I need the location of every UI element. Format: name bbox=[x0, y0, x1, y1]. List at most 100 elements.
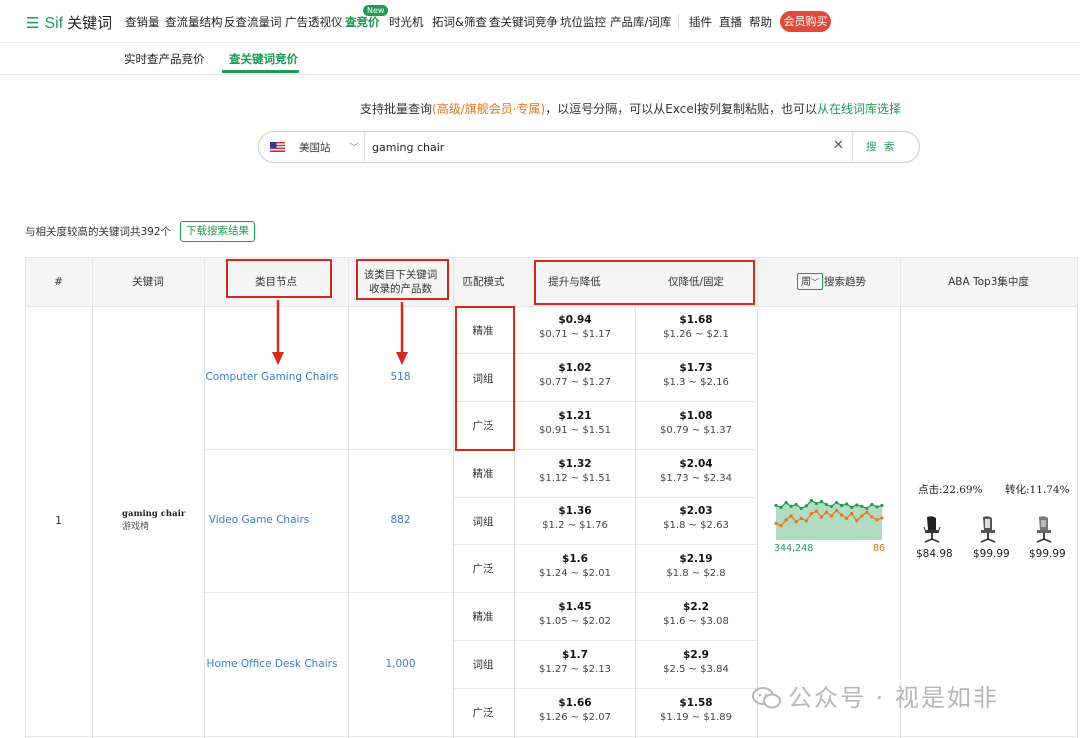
category-link[interactable]: Home Office Desk Chairs bbox=[204, 658, 340, 670]
lower-bid: $2.04$1.73 ~ $2.34 bbox=[636, 457, 756, 487]
gaming-chair-icon[interactable] bbox=[1033, 515, 1055, 545]
week-select[interactable]: 周﹀ bbox=[797, 273, 823, 290]
annotation-box-match bbox=[455, 306, 515, 451]
member-purchase-button[interactable]: 会员购买 bbox=[780, 11, 831, 32]
trend-point bbox=[840, 504, 843, 507]
trend-point bbox=[825, 503, 828, 506]
category-link[interactable]: Computer Gaming Chairs bbox=[204, 371, 340, 383]
header-aba: ABA Top3集中度 bbox=[900, 275, 1077, 289]
trend-point bbox=[850, 506, 853, 509]
keyword-cell[interactable]: gaming chair 游戏椅 bbox=[122, 509, 185, 532]
search-button[interactable]: 搜 索 bbox=[866, 139, 896, 154]
trend-point bbox=[860, 505, 863, 508]
wechat-icon bbox=[752, 686, 782, 710]
row-line bbox=[453, 640, 757, 641]
nav-item-keyword-expand[interactable]: 拓词&筛查 bbox=[432, 14, 487, 30]
trend-point bbox=[875, 505, 878, 508]
search-divider bbox=[852, 132, 853, 161]
nav-item-keyword-competition[interactable]: 查关键词竞争 bbox=[489, 14, 558, 30]
brand-logo[interactable]: ☰Sif关键词 bbox=[26, 12, 112, 33]
nav-item-sales[interactable]: 查销量 bbox=[125, 14, 160, 30]
trend-point bbox=[855, 519, 858, 522]
trend-point bbox=[845, 502, 848, 505]
trend-point bbox=[830, 505, 833, 508]
nav-item-live[interactable]: 直播 bbox=[719, 14, 742, 30]
lower-bid: $1.08$0.79 ~ $1.37 bbox=[636, 409, 756, 439]
trend-point bbox=[830, 514, 833, 517]
gaming-chair-icon[interactable] bbox=[977, 515, 999, 545]
nav-item-bid-lookup[interactable]: 查竞价 bbox=[345, 14, 380, 30]
search-input[interactable] bbox=[370, 134, 829, 160]
annotation-box-product-count bbox=[356, 259, 449, 300]
header-match: 匹配模式 bbox=[453, 275, 514, 289]
nav-item-time-machine[interactable]: 时光机 bbox=[389, 14, 424, 30]
trend-point bbox=[880, 504, 883, 507]
keyword-cn: 游戏椅 bbox=[122, 519, 185, 532]
online-library-link[interactable]: 从在线词库选择 bbox=[817, 102, 901, 116]
search-trend-chart[interactable] bbox=[774, 492, 884, 540]
watermark: 公众号 · 视是如非 bbox=[752, 678, 999, 713]
lower-bid: $1.58$1.19 ~ $1.89 bbox=[636, 696, 756, 726]
lower-bid: $2.2$1.6 ~ $3.08 bbox=[636, 600, 756, 630]
col-line bbox=[900, 257, 901, 738]
row-line bbox=[25, 736, 1078, 737]
trend-point bbox=[800, 517, 803, 520]
trend-point bbox=[860, 514, 863, 517]
trend-point bbox=[784, 501, 787, 504]
trend-point bbox=[835, 501, 838, 504]
menu-icon[interactable]: ☰ bbox=[26, 14, 39, 32]
nav-item-help[interactable]: 帮助 bbox=[749, 14, 772, 30]
trend-point bbox=[870, 515, 873, 518]
product-count[interactable]: 882 bbox=[348, 514, 453, 526]
trend-point bbox=[795, 520, 798, 523]
chevron-down-icon[interactable]: ﹀ bbox=[349, 139, 359, 154]
trend-right-value: 86 bbox=[873, 543, 885, 554]
nav-item-ad-insight[interactable]: 广告透视仪 bbox=[285, 14, 343, 30]
trend-point bbox=[835, 509, 838, 512]
product-count[interactable]: 1,000 bbox=[348, 658, 453, 670]
match-mode: 广泛 bbox=[453, 561, 513, 576]
raise-bid: $0.94$0.71 ~ $1.17 bbox=[515, 313, 635, 343]
search-divider bbox=[364, 132, 365, 161]
category-link[interactable]: Video Game Chairs bbox=[204, 514, 314, 526]
new-badge: New bbox=[363, 5, 388, 16]
col-line bbox=[1077, 257, 1078, 738]
arrow-down-icon bbox=[395, 302, 409, 366]
tab-keyword-bid[interactable]: 查关键词竞价 bbox=[229, 51, 298, 67]
trend-point bbox=[774, 504, 777, 507]
us-flag-icon bbox=[270, 142, 285, 152]
download-results-button[interactable]: 下载搜索结果 bbox=[180, 221, 255, 242]
trend-point bbox=[865, 511, 868, 514]
trend-point bbox=[790, 514, 793, 517]
trend-point bbox=[795, 503, 798, 506]
chair-price: $99.99 bbox=[973, 548, 1010, 560]
trend-point bbox=[855, 503, 858, 506]
nav-divider bbox=[678, 14, 679, 28]
trend-point bbox=[880, 516, 883, 519]
chevron-down-icon: ﹀ bbox=[811, 278, 819, 287]
header-trend: 搜索趋势 bbox=[824, 275, 884, 289]
arrow-down-icon bbox=[271, 300, 285, 366]
nav-item-traffic-structure[interactable]: 查流量结构 bbox=[165, 14, 223, 30]
nav-item-product-library[interactable]: 产品库/词库 bbox=[610, 14, 671, 30]
clear-icon[interactable]: ✕ bbox=[833, 138, 844, 153]
tab-product-bid[interactable]: 实时查产品竞价 bbox=[124, 51, 205, 67]
raise-bid: $1.36$1.2 ~ $1.76 bbox=[515, 504, 635, 534]
station-select[interactable]: 美国站 bbox=[299, 140, 331, 155]
col-line bbox=[757, 257, 758, 738]
row-index: 1 bbox=[25, 515, 92, 527]
col-line bbox=[25, 257, 26, 738]
raise-bid: $1.45$1.05 ~ $2.02 bbox=[515, 600, 635, 630]
nav-item-slot-monitor[interactable]: 坑位监控 bbox=[560, 14, 606, 30]
header-index: # bbox=[25, 275, 92, 289]
nav-item-reverse-traffic[interactable]: 反查流量词 bbox=[224, 14, 282, 30]
trend-left-value: 344,248 bbox=[774, 543, 813, 554]
gaming-chair-icon[interactable] bbox=[921, 515, 943, 545]
trend-point bbox=[784, 518, 787, 521]
trend-point bbox=[815, 502, 818, 505]
lower-bid: $2.19$1.8 ~ $2.8 bbox=[636, 552, 756, 582]
header-keyword: 关键词 bbox=[92, 275, 204, 289]
nav-item-plugin[interactable]: 插件 bbox=[689, 14, 712, 30]
annotation-box-category bbox=[226, 259, 332, 298]
product-count[interactable]: 518 bbox=[348, 371, 453, 383]
